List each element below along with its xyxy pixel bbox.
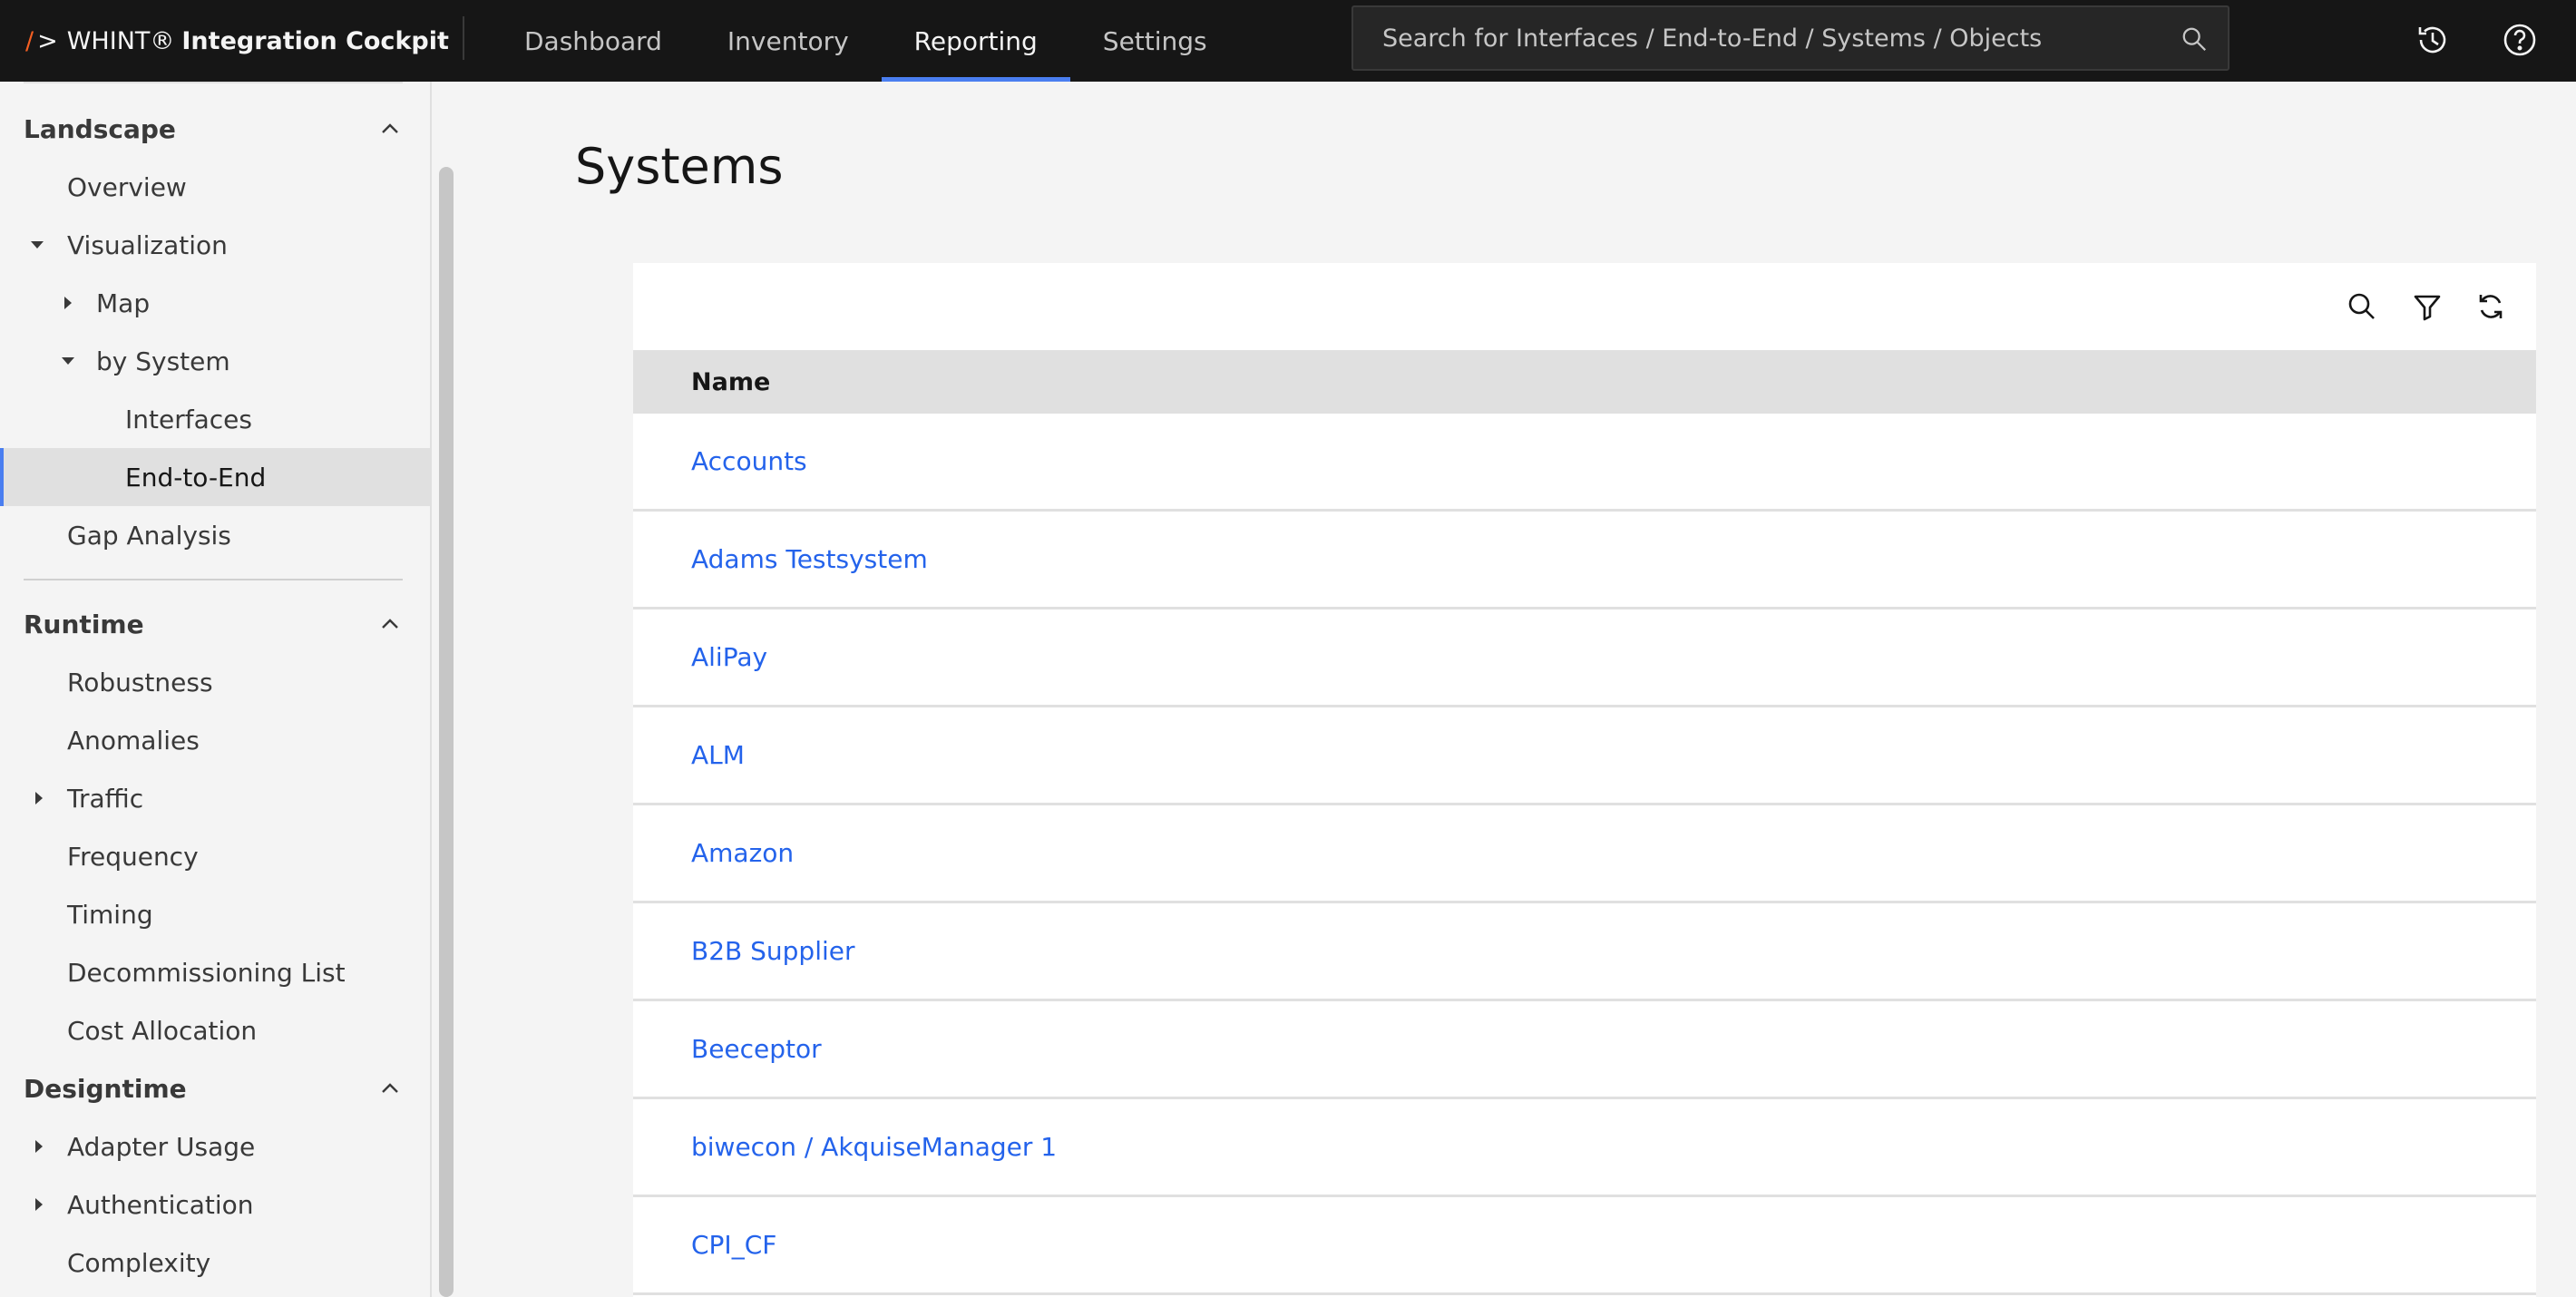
search-icon[interactable] xyxy=(2346,290,2378,323)
sidebar-item-authentication[interactable]: Authentication xyxy=(0,1175,430,1234)
refresh-icon[interactable] xyxy=(2474,290,2507,323)
system-link[interactable]: B2B Supplier xyxy=(691,936,855,966)
caret-right-icon[interactable] xyxy=(31,1196,47,1213)
system-link[interactable]: AliPay xyxy=(691,642,767,672)
sidebar-item-label: by System xyxy=(96,346,230,376)
caret-down-icon[interactable] xyxy=(60,353,76,369)
brand-name: WHINT® xyxy=(66,26,175,55)
history-icon[interactable] xyxy=(2413,20,2453,60)
table-row: ALM xyxy=(633,707,2536,805)
table-row: AliPay xyxy=(633,609,2536,707)
table-row: CPI_CF xyxy=(633,1197,2536,1295)
nav-dashboard[interactable]: Dashboard xyxy=(492,0,695,82)
caret-right-icon[interactable] xyxy=(60,295,76,311)
sidebar-item-frequency[interactable]: Frequency xyxy=(0,827,430,885)
sidebar-item-by-system[interactable]: by System xyxy=(0,332,430,390)
main-nav: Dashboard Inventory Reporting Settings xyxy=(492,0,1240,82)
header-divider xyxy=(463,16,464,60)
sidebar-item-cost-allocation[interactable]: Cost Allocation xyxy=(0,1001,430,1059)
global-search xyxy=(1351,5,2230,71)
sidebar-item-end-to-end[interactable]: End-to-End xyxy=(0,448,430,506)
app-logo[interactable]: / > WHINT® Integration Cockpit xyxy=(25,0,449,82)
sidebar-item-decommissioning-list[interactable]: Decommissioning List xyxy=(0,943,430,1001)
top-header: / > WHINT® Integration Cockpit Dashboard… xyxy=(0,0,2576,82)
sidebar-item-timing[interactable]: Timing xyxy=(0,885,430,943)
system-link[interactable]: Beeceptor xyxy=(691,1034,822,1064)
nav-reporting[interactable]: Reporting xyxy=(881,0,1070,82)
system-link[interactable]: ALM xyxy=(691,740,745,770)
system-link[interactable]: Accounts xyxy=(691,446,807,476)
sidebar-item-label: Overview xyxy=(67,171,187,202)
caret-right-icon[interactable] xyxy=(31,790,47,806)
sidebar-top-divider xyxy=(24,82,403,83)
sidebar: Landscape Overview Visualization Map by … xyxy=(0,82,432,1297)
table-row: Amazon xyxy=(633,805,2536,903)
system-link[interactable]: Amazon xyxy=(691,838,794,868)
table-row: biwecon / AkquiseManager 1 xyxy=(633,1099,2536,1197)
search-input[interactable] xyxy=(1353,7,2228,69)
section-landscape[interactable]: Landscape xyxy=(24,102,403,156)
nav-settings[interactable]: Settings xyxy=(1070,0,1240,82)
sidebar-item-label: Timing xyxy=(67,899,153,930)
help-icon[interactable] xyxy=(2500,20,2540,60)
section-runtime[interactable]: Runtime xyxy=(24,597,403,651)
section-title: Runtime xyxy=(24,609,144,639)
logo-mark: / xyxy=(25,26,34,55)
systems-table: Name Accounts Adams Testsystem AliPay AL… xyxy=(633,263,2536,1297)
sidebar-item-label: End-to-End xyxy=(125,462,267,492)
page-title: Systems xyxy=(575,138,784,195)
section-title: Landscape xyxy=(24,113,176,144)
table-row: B2B Supplier xyxy=(633,903,2536,1001)
caret-down-icon[interactable] xyxy=(29,237,45,253)
filter-icon[interactable] xyxy=(2411,290,2444,323)
sidebar-item-complexity[interactable]: Complexity xyxy=(0,1234,430,1292)
sidebar-item-label: Authentication xyxy=(67,1189,254,1220)
sidebar-item-adapter-usage[interactable]: Adapter Usage xyxy=(0,1117,430,1175)
section-divider xyxy=(24,579,403,580)
system-link[interactable]: CPI_CF xyxy=(691,1230,776,1260)
chevron-up-icon xyxy=(382,619,398,629)
sidebar-scrollbar[interactable] xyxy=(439,167,454,1297)
sidebar-item-label: Frequency xyxy=(67,841,199,872)
sidebar-item-label: Complexity xyxy=(67,1247,211,1278)
sidebar-item-label: Interfaces xyxy=(125,404,252,434)
table-row: Beeceptor xyxy=(633,1001,2536,1099)
sidebar-item-label: Adapter Usage xyxy=(67,1131,256,1162)
chevron-up-icon xyxy=(382,123,398,133)
chevron-up-icon xyxy=(382,1083,398,1093)
search-icon[interactable] xyxy=(2181,25,2208,53)
product-name: Integration Cockpit xyxy=(181,26,449,55)
caret-right-icon[interactable] xyxy=(31,1138,47,1155)
sidebar-item-robustness[interactable]: Robustness xyxy=(0,653,430,711)
sidebar-item-label: Cost Allocation xyxy=(67,1015,258,1046)
section-title: Designtime xyxy=(24,1073,187,1104)
sidebar-item-visualization[interactable]: Visualization xyxy=(0,216,430,274)
system-link[interactable]: biwecon / AkquiseManager 1 xyxy=(691,1132,1057,1162)
sidebar-item-label: Traffic xyxy=(67,783,144,814)
sidebar-item-traffic[interactable]: Traffic xyxy=(0,769,430,827)
sidebar-item-label: Map xyxy=(96,288,151,318)
logo-arrow: > xyxy=(37,26,58,55)
sidebar-item-interfaces[interactable]: Interfaces xyxy=(0,390,430,448)
sidebar-item-label: Gap Analysis xyxy=(67,520,231,551)
sidebar-item-anomalies[interactable]: Anomalies xyxy=(0,711,430,769)
section-designtime[interactable]: Designtime xyxy=(24,1061,403,1116)
table-row: Adams Testsystem xyxy=(633,512,2536,609)
nav-inventory[interactable]: Inventory xyxy=(695,0,882,82)
table-row: Accounts xyxy=(633,414,2536,512)
sidebar-item-label: Decommissioning List xyxy=(67,957,346,988)
sidebar-item-map[interactable]: Map xyxy=(0,274,430,332)
sidebar-item-label: Anomalies xyxy=(67,725,200,756)
column-header-name[interactable]: Name xyxy=(633,350,2536,414)
sidebar-item-gap-analysis[interactable]: Gap Analysis xyxy=(0,506,430,564)
sidebar-item-label: Robustness xyxy=(67,667,213,697)
sidebar-item-label: Visualization xyxy=(67,229,228,260)
sidebar-item-overview[interactable]: Overview xyxy=(0,158,430,216)
system-link[interactable]: Adams Testsystem xyxy=(691,544,928,574)
